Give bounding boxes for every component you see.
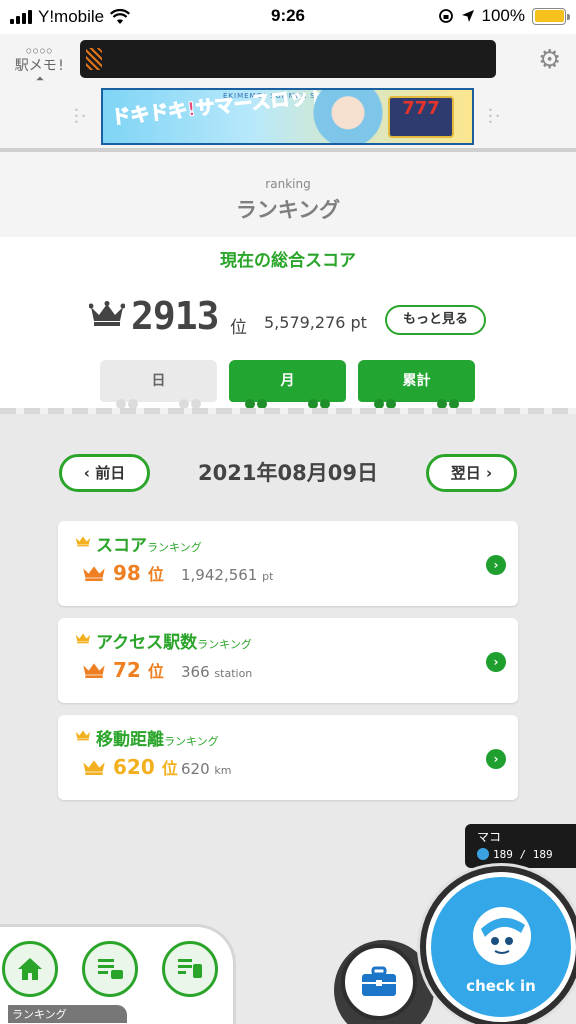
chevron-right-icon[interactable]: ›	[486, 652, 506, 672]
train-list-icon	[98, 959, 123, 979]
banner-deco-right: • • • •	[488, 106, 500, 127]
card-value: 620 km	[181, 760, 232, 778]
tab-monthly[interactable]: 月	[229, 360, 346, 409]
check-in-mascot-icon	[473, 907, 531, 965]
event-banner[interactable]: EKIMEMO! SUMMER SLOT ドキドキ!サマースロット♪ 777	[101, 88, 474, 145]
player-hp: 189 / 189	[477, 848, 553, 861]
next-day-button[interactable]: 翌日 ›	[426, 454, 517, 492]
card-title: 移動距離ランキング	[96, 730, 219, 750]
station-list-icon	[178, 959, 202, 978]
banner-character-image	[313, 90, 383, 143]
train-list-button[interactable]	[82, 941, 138, 997]
home-icon	[18, 958, 42, 980]
tab-daily[interactable]: 日	[100, 360, 217, 409]
status-right: 100%	[438, 6, 570, 26]
orientation-lock-icon	[438, 9, 453, 23]
card-title: アクセス駅数ランキング	[96, 633, 252, 653]
score-ranking-card[interactable]: スコアランキング 98 位 1,942,561 pt ›	[58, 521, 518, 606]
chevron-left-icon: ‹	[83, 464, 96, 482]
status-bar: Y!mobile 9:26 100%	[0, 0, 576, 34]
news-ticker[interactable]	[80, 40, 496, 78]
player-status[interactable]: マコ 189 / 189	[465, 824, 576, 868]
chevron-right-icon[interactable]: ›	[486, 555, 506, 575]
total-score-label: 現在の総合スコア	[220, 251, 356, 271]
crown-icon	[89, 301, 125, 326]
location-icon	[461, 10, 474, 22]
gear-icon[interactable]: ⚙	[538, 47, 561, 73]
crown-icon	[83, 760, 105, 775]
briefcase-icon	[362, 966, 396, 996]
battery-percent: 100%	[481, 6, 525, 25]
page-subtitle: ranking	[265, 177, 311, 191]
crown-small-icon	[75, 633, 91, 644]
station-list-button[interactable]	[162, 941, 218, 997]
chevron-right-icon: ›	[480, 464, 493, 482]
page-title-section: ranking ランキング	[0, 152, 576, 237]
rail-divider	[0, 408, 576, 414]
app-logo: ○○○○ 駅メモ! ◢◣	[14, 46, 66, 82]
home-button[interactable]	[2, 941, 58, 997]
tab-cumulative[interactable]: 累計	[358, 360, 475, 409]
items-button[interactable]	[341, 944, 417, 1020]
crown-icon	[83, 663, 105, 678]
station-access-ranking-card[interactable]: アクセス駅数ランキング 72 位 366 station ›	[58, 618, 518, 703]
previous-day-button[interactable]: ‹ 前日	[59, 454, 150, 492]
card-value: 366 station	[181, 663, 253, 681]
check-in-label: check in	[466, 977, 536, 995]
crown-small-icon	[75, 536, 91, 547]
total-points: 5,579,276 pt	[264, 313, 367, 332]
page-title: ランキング	[235, 198, 341, 222]
bottom-nav: ランキング	[0, 924, 236, 1024]
chevron-right-icon[interactable]: ›	[486, 749, 506, 769]
card-value: 1,942,561 pt	[181, 566, 274, 584]
banner-deco-left: • • • •	[74, 106, 86, 127]
total-rank-value: 2913	[131, 294, 220, 338]
app-header: ○○○○ 駅メモ! ◢◣ ⚙ • • • • EKIMEMO! SUMMER SLO…	[0, 34, 576, 152]
see-more-button[interactable]: もっと見る	[385, 305, 486, 335]
slot-machine-image: 777	[388, 96, 454, 138]
card-rank: 98 位	[113, 561, 164, 585]
card-rank: 620 位	[113, 755, 178, 779]
current-screen-label: ランキング	[8, 1005, 127, 1023]
card-title: スコアランキング	[96, 536, 202, 556]
total-rank-unit: 位	[230, 318, 247, 338]
check-in-button[interactable]: check in	[420, 866, 576, 1024]
crown-icon	[83, 566, 105, 581]
card-rank: 72 位	[113, 658, 164, 682]
battery-icon	[532, 7, 570, 25]
current-date: 2021年08月09日	[198, 461, 378, 485]
banner-title: ドキドキ!サマースロット♪	[110, 88, 341, 129]
player-name: マコ	[477, 830, 502, 844]
total-score-panel: 現在の総合スコア 2913 位 5,579,276 pt もっと見る 日 月 累…	[0, 237, 576, 409]
crown-small-icon	[75, 730, 91, 741]
distance-ranking-card[interactable]: 移動距離ランキング 620 位 620 km ›	[58, 715, 518, 800]
